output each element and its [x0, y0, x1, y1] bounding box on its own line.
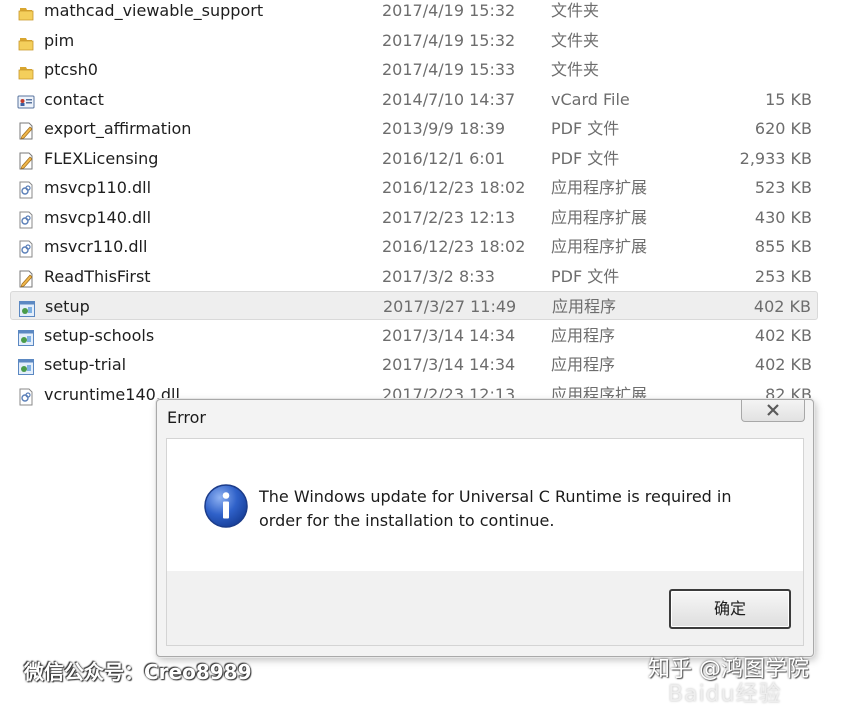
- file-row[interactable]: FLEXLicensing 2016/12/1 6:01 PDF 文件 2,933 K…: [10, 144, 818, 173]
- close-button[interactable]: [741, 400, 805, 422]
- pdf-icon: [17, 150, 35, 170]
- exe-icon: [18, 298, 36, 317]
- file-row[interactable]: msvcr110.dll 2016/12/23 18:02 应用程序扩展 855 KB: [10, 232, 818, 261]
- file-name: msvcp110.dll: [44, 178, 152, 197]
- file-date: 2017/3/14 14:34: [382, 325, 516, 345]
- file-date: 2017/4/19 15:33: [382, 60, 516, 79]
- file-row[interactable]: mathcad_viewable_support 2017/4/19 15:32 文…: [10, 0, 818, 25]
- folder-icon: [17, 32, 35, 50]
- file-name: mathcad_viewable_support: [44, 1, 264, 20]
- folder-icon: [17, 2, 35, 21]
- file-date: 2017/3/2 8:33: [382, 266, 495, 286]
- ok-button[interactable]: 确定: [669, 589, 791, 629]
- pdf-icon: [17, 120, 35, 140]
- file-row[interactable]: setup-schools 2017/3/14 14:34 应用程序 402 KB: [10, 321, 818, 350]
- file-type: 应用程序扩展: [551, 207, 648, 227]
- file-date: 2017/3/14 14:34: [382, 355, 516, 374]
- dll-icon: [17, 238, 35, 258]
- file-type: 文件夹: [551, 1, 600, 20]
- file-name: setup-schools: [44, 325, 155, 345]
- file-size: 402 KB: [754, 355, 812, 374]
- file-size: 523 KB: [754, 178, 812, 197]
- file-name: msvcr110.dll: [44, 237, 148, 256]
- pdf-icon: [17, 268, 35, 288]
- file-name: ReadThisFirst: [44, 266, 151, 286]
- file-date: 2016/12/23 18:02: [382, 178, 526, 197]
- dll-icon: [17, 179, 35, 199]
- dialog-message: The Windows update for Universal C Runti…: [259, 487, 732, 530]
- file-name: msvcp140.dll: [44, 207, 152, 227]
- file-row[interactable]: msvcp110.dll 2016/12/23 18:02 应用程序扩展 523 KB: [10, 173, 818, 202]
- file-date: 2016/12/23 18:02: [382, 237, 526, 256]
- watermark-baidu: Baidu经验: [668, 682, 782, 707]
- file-date: 2016/12/1 6:01: [382, 148, 506, 168]
- file-date: 2017/4/19 15:32: [382, 1, 516, 20]
- file-date: 2014/7/10 14:37: [382, 89, 516, 109]
- file-row[interactable]: contact 2014/7/10 14:37 vCard File 15 KB: [10, 85, 818, 114]
- file-type: PDF 文件: [551, 266, 620, 286]
- file-type: PDF 文件: [551, 119, 620, 138]
- file-type: 文件夹: [551, 30, 600, 50]
- info-icon: [204, 484, 248, 528]
- file-size: 2,933 KB: [739, 148, 812, 168]
- file-type: 文件夹: [551, 60, 600, 79]
- close-icon: [767, 404, 779, 416]
- folder-icon: [17, 61, 35, 80]
- file-name: FLEXLicensing: [44, 148, 159, 168]
- file-size: 402 KB: [754, 325, 812, 345]
- file-row[interactable]: setup 2017/3/27 11:49 应用程序 402 KB: [10, 291, 818, 320]
- file-date: 2017/2/23 12:13: [382, 207, 516, 227]
- dll-icon: [17, 209, 35, 228]
- exe-icon: [17, 356, 35, 375]
- file-type: 应用程序: [552, 297, 617, 316]
- file-type: 应用程序: [551, 325, 616, 345]
- dialog-content: The Windows update for Universal C Runti…: [166, 438, 804, 646]
- file-row[interactable]: setup-trial 2017/3/14 14:34 应用程序 402 KB: [10, 350, 818, 379]
- file-type: PDF 文件: [551, 148, 620, 168]
- file-size: 430 KB: [754, 207, 812, 227]
- file-size: 620 KB: [754, 119, 812, 138]
- file-size: 253 KB: [754, 266, 812, 286]
- file-row[interactable]: ptcsh0 2017/4/19 15:33 文件夹: [10, 55, 818, 84]
- file-row[interactable]: export_affirmation 2013/9/9 18:39 PDF 文件 62…: [10, 114, 818, 143]
- file-date: 2017/4/19 15:32: [382, 30, 516, 50]
- file-row[interactable]: ReadThisFirst 2017/3/2 8:33 PDF 文件 253 KB: [10, 262, 818, 291]
- file-row[interactable]: msvcp140.dll 2017/2/23 12:13 应用程序扩展 430 KB: [10, 203, 818, 232]
- file-type: vCard File: [551, 89, 630, 109]
- file-size: 855 KB: [754, 237, 812, 256]
- exe-icon: [17, 327, 35, 346]
- file-size: 15 KB: [765, 89, 812, 109]
- dll-icon: [17, 386, 35, 405]
- file-name: ptcsh0: [44, 60, 98, 79]
- file-name: pim: [44, 30, 75, 50]
- file-row[interactable]: pim 2017/4/19 15:32 文件夹: [10, 26, 818, 55]
- file-type: 应用程序扩展: [551, 237, 648, 256]
- file-name: export_affirmation: [44, 119, 192, 138]
- watermark-wechat: 微信公众号：Creo8989: [24, 660, 252, 684]
- error-dialog: Error The Windows update for Universal C…: [156, 399, 814, 657]
- vcard-icon: [17, 91, 35, 109]
- file-type: 应用程序扩展: [551, 178, 648, 197]
- message-area: The Windows update for Universal C Runti…: [167, 439, 803, 571]
- file-name: setup-trial: [44, 355, 127, 374]
- file-date: 2017/3/27 11:49: [383, 297, 517, 316]
- file-name: contact: [44, 89, 104, 109]
- file-size: 402 KB: [753, 297, 811, 316]
- file-date: 2013/9/9 18:39: [382, 119, 506, 138]
- file-name: setup: [45, 297, 90, 316]
- dialog-title: Error: [167, 408, 206, 427]
- file-type: 应用程序: [551, 355, 616, 374]
